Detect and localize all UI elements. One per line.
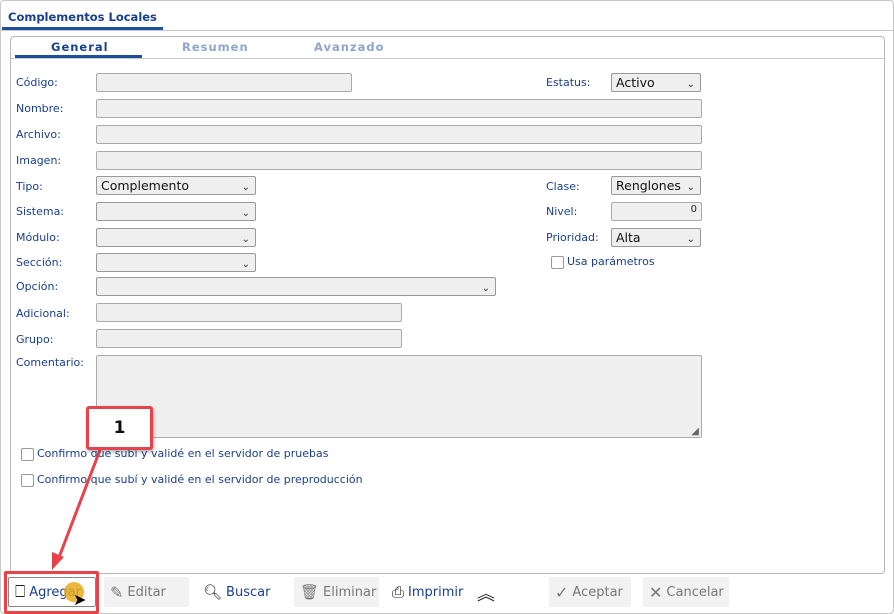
annotation-arrow xyxy=(52,449,102,570)
cursor-icon: ➤ xyxy=(73,590,87,609)
step-callout: 1 xyxy=(86,406,153,450)
